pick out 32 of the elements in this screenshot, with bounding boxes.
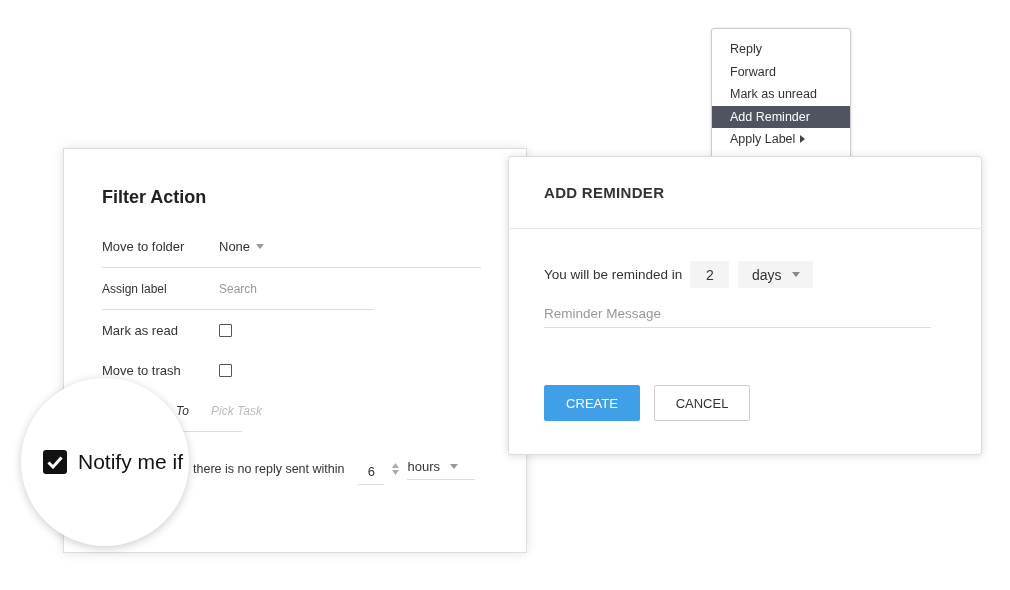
folder-dropdown[interactable]: None: [219, 239, 265, 254]
field-label: To: [175, 403, 190, 418]
dialog-title: ADD REMINDER: [544, 184, 665, 201]
menu-item[interactable]: Forward: [712, 60, 850, 83]
unit-dropdown[interactable]: hours: [407, 458, 476, 480]
label-search-field[interactable]: Search: [219, 281, 359, 296]
reminder-prompt: You will be reminded in: [544, 267, 683, 282]
menu-item[interactable]: Reply: [712, 38, 850, 61]
submenu-arrow-icon: [800, 135, 806, 144]
task-field[interactable]: Pick Task: [211, 403, 351, 418]
notify-checkbox[interactable]: [43, 450, 67, 474]
cancel-button[interactable]: CANCEL: [654, 385, 750, 421]
menu-item[interactable]: Add Reminder: [712, 105, 850, 128]
menu-item[interactable]: Mark as unread: [712, 83, 850, 106]
unit-dropdown[interactable]: days: [738, 261, 814, 288]
caret-icon: [791, 272, 800, 277]
checkbox[interactable]: [219, 363, 232, 377]
caret-icon: [450, 463, 458, 469]
field-label: Move to folder: [102, 239, 186, 254]
caret-icon: [256, 244, 265, 249]
menu-item[interactable]: Apply Label: [712, 128, 850, 151]
field-label: Assign label: [102, 281, 168, 296]
checkbox[interactable]: [219, 323, 232, 337]
notify-label: Notify me if: [78, 450, 184, 474]
field-label: Mark as read: [102, 322, 179, 338]
reminder-message-field[interactable]: Reminder Message: [544, 306, 931, 328]
filter-title: Filter Action: [102, 187, 208, 208]
field-label: Move to trash: [102, 362, 182, 378]
hours-number-field[interactable]: 6: [358, 461, 385, 485]
notify-condition-text: there is no reply sent within: [193, 462, 345, 476]
checkmark-icon: [47, 455, 63, 469]
amount-field[interactable]: 2: [690, 261, 730, 288]
